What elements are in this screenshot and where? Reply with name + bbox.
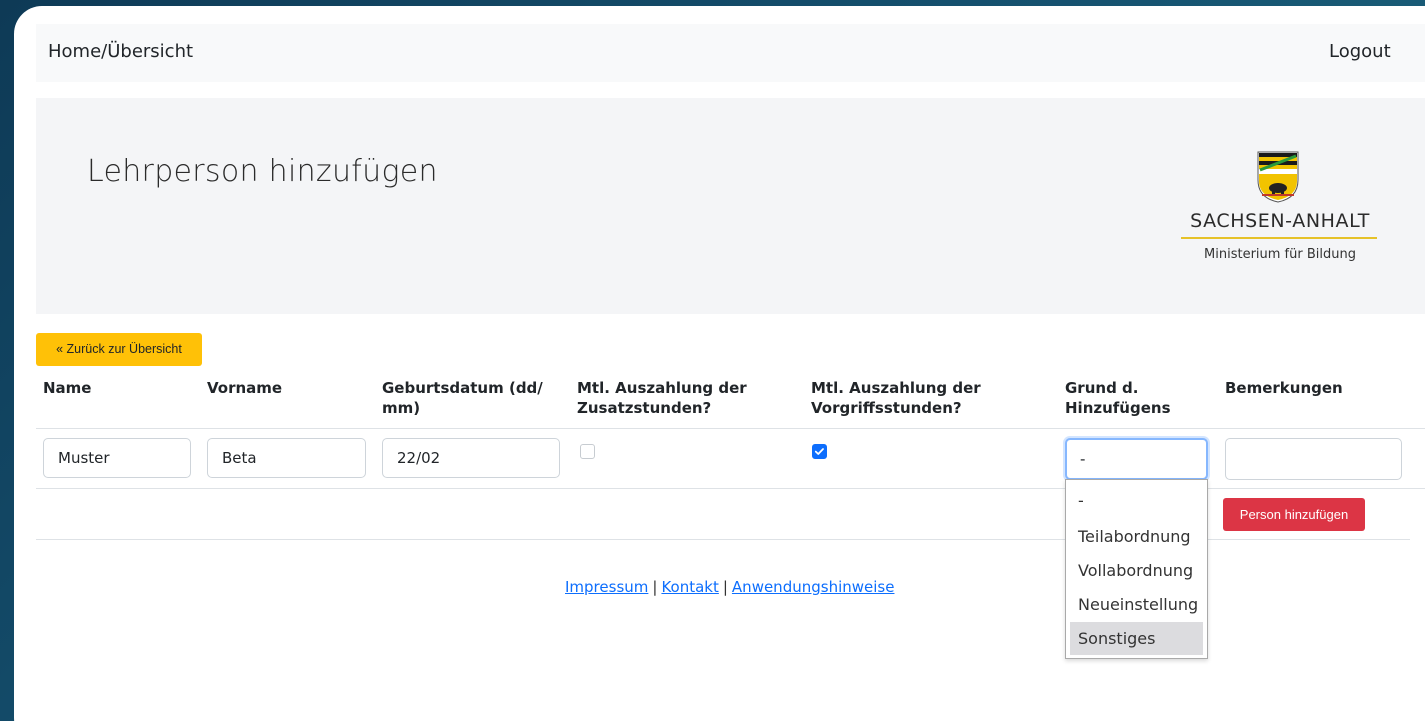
footer-separator: | <box>652 578 658 596</box>
table-row-divider <box>36 488 1425 489</box>
zusatzstunden-checkbox[interactable] <box>580 444 595 459</box>
grund-option[interactable]: Vollabordnung <box>1070 554 1203 587</box>
bemerkungen-input[interactable] <box>1225 438 1402 480</box>
logo-underline <box>1181 237 1377 239</box>
footer-links: Impressum | Kontakt | Anwendungshinweise <box>565 578 894 596</box>
column-header-vorname: Vorname <box>207 379 283 397</box>
add-person-button[interactable]: Person hinzufügen <box>1223 498 1365 531</box>
footer-separator: | <box>722 578 728 596</box>
kontakt-link[interactable]: Kontakt <box>661 578 718 596</box>
page-title: Lehrperson hinzufügen <box>87 154 438 189</box>
navbar: Home/Übersicht Logout <box>36 24 1425 82</box>
table-header-divider <box>36 428 1425 429</box>
column-header-geburtsdatum: Geburtsdatum (dd/ mm) <box>382 379 543 417</box>
page-header: Lehrperson hinzufügen SACHSEN-ANHALT Min… <box>36 98 1425 314</box>
grund-dropdown-list: - Teilabordnung Vollabordnung Neueinstel… <box>1065 479 1208 659</box>
grund-option[interactable]: Teilabordnung <box>1070 520 1203 553</box>
grund-option-highlighted[interactable]: Sonstiges <box>1070 622 1203 655</box>
impressum-link[interactable]: Impressum <box>565 578 648 596</box>
grund-select[interactable]: - <box>1065 438 1208 480</box>
column-header-name: Name <box>43 379 92 397</box>
nav-home-link[interactable]: Home/Übersicht <box>48 41 193 62</box>
sachsen-anhalt-logo: SACHSEN-ANHALT Ministerium für Bildung <box>1180 148 1380 268</box>
nav-logout-link[interactable]: Logout <box>1329 41 1391 62</box>
logo-subtitle: Ministerium für Bildung <box>1204 247 1356 262</box>
vorname-input[interactable]: Beta <box>207 438 366 478</box>
grund-option[interactable]: Neueinstellung <box>1070 588 1203 621</box>
checkmark-icon <box>814 448 824 455</box>
geburtsdatum-input[interactable]: 22/02 <box>382 438 560 478</box>
logo-name: SACHSEN-ANHALT <box>1190 210 1370 232</box>
name-input[interactable]: Muster <box>43 438 191 478</box>
coat-of-arms-icon <box>1257 151 1299 203</box>
column-header-grund: Grund d. Hinzufügens <box>1065 379 1171 417</box>
browser-frame: Home/Übersicht Logout Lehrperson hinzufü… <box>14 6 1425 721</box>
grund-option[interactable]: - <box>1070 484 1203 517</box>
column-header-bemerkungen: Bemerkungen <box>1225 379 1343 397</box>
column-header-vorgriffsstunden: Mtl. Auszahlung der Vorgriffsstunden? <box>811 379 981 417</box>
anwendungshinweise-link[interactable]: Anwendungshinweise <box>732 578 895 596</box>
vorgriffsstunden-checkbox[interactable] <box>812 444 827 459</box>
column-header-zusatzstunden: Mtl. Auszahlung der Zusatzstunden? <box>577 379 747 417</box>
back-to-overview-button[interactable]: « Zurück zur Übersicht <box>36 333 202 366</box>
